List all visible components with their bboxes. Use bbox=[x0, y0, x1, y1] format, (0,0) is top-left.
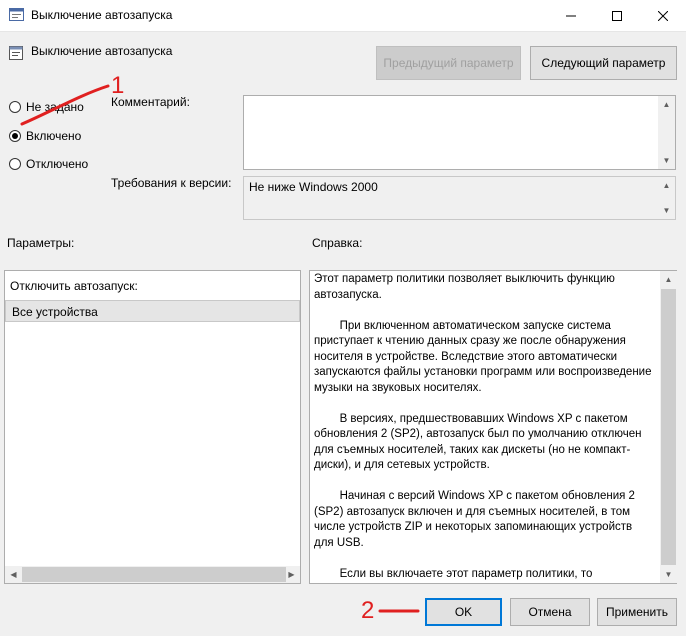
policy-app-icon bbox=[9, 8, 24, 21]
close-button[interactable] bbox=[640, 0, 686, 31]
radio-not-configured[interactable]: Не задано bbox=[9, 100, 84, 114]
title-bar: Выключение автозапуска bbox=[0, 0, 686, 32]
minimize-icon bbox=[566, 15, 576, 16]
scroll-up-icon[interactable]: ▲ bbox=[660, 271, 677, 288]
requirements-label: Требования к версии: bbox=[111, 176, 232, 190]
parameters-section-label: Параметры: bbox=[7, 236, 75, 250]
maximize-button[interactable] bbox=[594, 0, 640, 31]
radio-circle[interactable] bbox=[9, 101, 21, 113]
scrollbar-thumb[interactable] bbox=[661, 289, 676, 565]
maximize-icon bbox=[612, 10, 622, 21]
autorun-field-label: Отключить автозапуск: bbox=[10, 279, 138, 293]
scroll-left-icon[interactable]: ◀ bbox=[5, 566, 22, 583]
comment-field[interactable]: ▲ ▼ bbox=[243, 95, 676, 170]
scroll-up-icon[interactable]: ▲ bbox=[658, 96, 675, 113]
ok-button[interactable]: OK bbox=[425, 598, 502, 626]
radio-circle[interactable] bbox=[9, 158, 21, 170]
radio-label: Не задано bbox=[26, 100, 84, 114]
requirements-scrollbar[interactable]: ▲ ▼ bbox=[658, 177, 675, 219]
apply-button[interactable]: Применить bbox=[597, 598, 677, 626]
comment-scrollbar[interactable]: ▲ ▼ bbox=[658, 96, 675, 169]
policy-setting-icon bbox=[9, 46, 23, 60]
radio-enabled[interactable]: Включено bbox=[9, 129, 81, 143]
cancel-button[interactable]: Отмена bbox=[510, 598, 590, 626]
scroll-down-icon[interactable]: ▼ bbox=[658, 202, 675, 219]
help-section-label: Справка: bbox=[312, 236, 363, 250]
setting-title: Выключение автозапуска bbox=[31, 44, 173, 58]
requirements-value: Не ниже Windows 2000 bbox=[249, 180, 378, 194]
minimize-button[interactable] bbox=[548, 0, 594, 31]
scrollbar-thumb[interactable] bbox=[22, 567, 286, 582]
annotation-marker-2: 2 bbox=[361, 597, 375, 624]
radio-circle-checked[interactable] bbox=[9, 130, 21, 142]
window-title: Выключение автозапуска bbox=[31, 8, 173, 22]
annotation-marker-1: 1 bbox=[111, 72, 125, 99]
close-icon bbox=[658, 10, 668, 21]
radio-label: Отключено bbox=[26, 157, 89, 171]
radio-disabled[interactable]: Отключено bbox=[9, 157, 88, 171]
scroll-down-icon[interactable]: ▼ bbox=[658, 152, 675, 169]
radio-label: Включено bbox=[26, 129, 82, 143]
scroll-up-icon[interactable]: ▲ bbox=[658, 177, 675, 194]
scroll-down-icon[interactable]: ▼ bbox=[660, 566, 677, 583]
autorun-devices-value: Все устройства bbox=[12, 305, 98, 319]
help-text: Этот параметр политики позволяет выключи… bbox=[314, 273, 652, 580]
next-setting-button[interactable]: Следующий параметр bbox=[530, 46, 677, 80]
previous-setting-button[interactable]: Предыдущий параметр bbox=[376, 46, 521, 80]
